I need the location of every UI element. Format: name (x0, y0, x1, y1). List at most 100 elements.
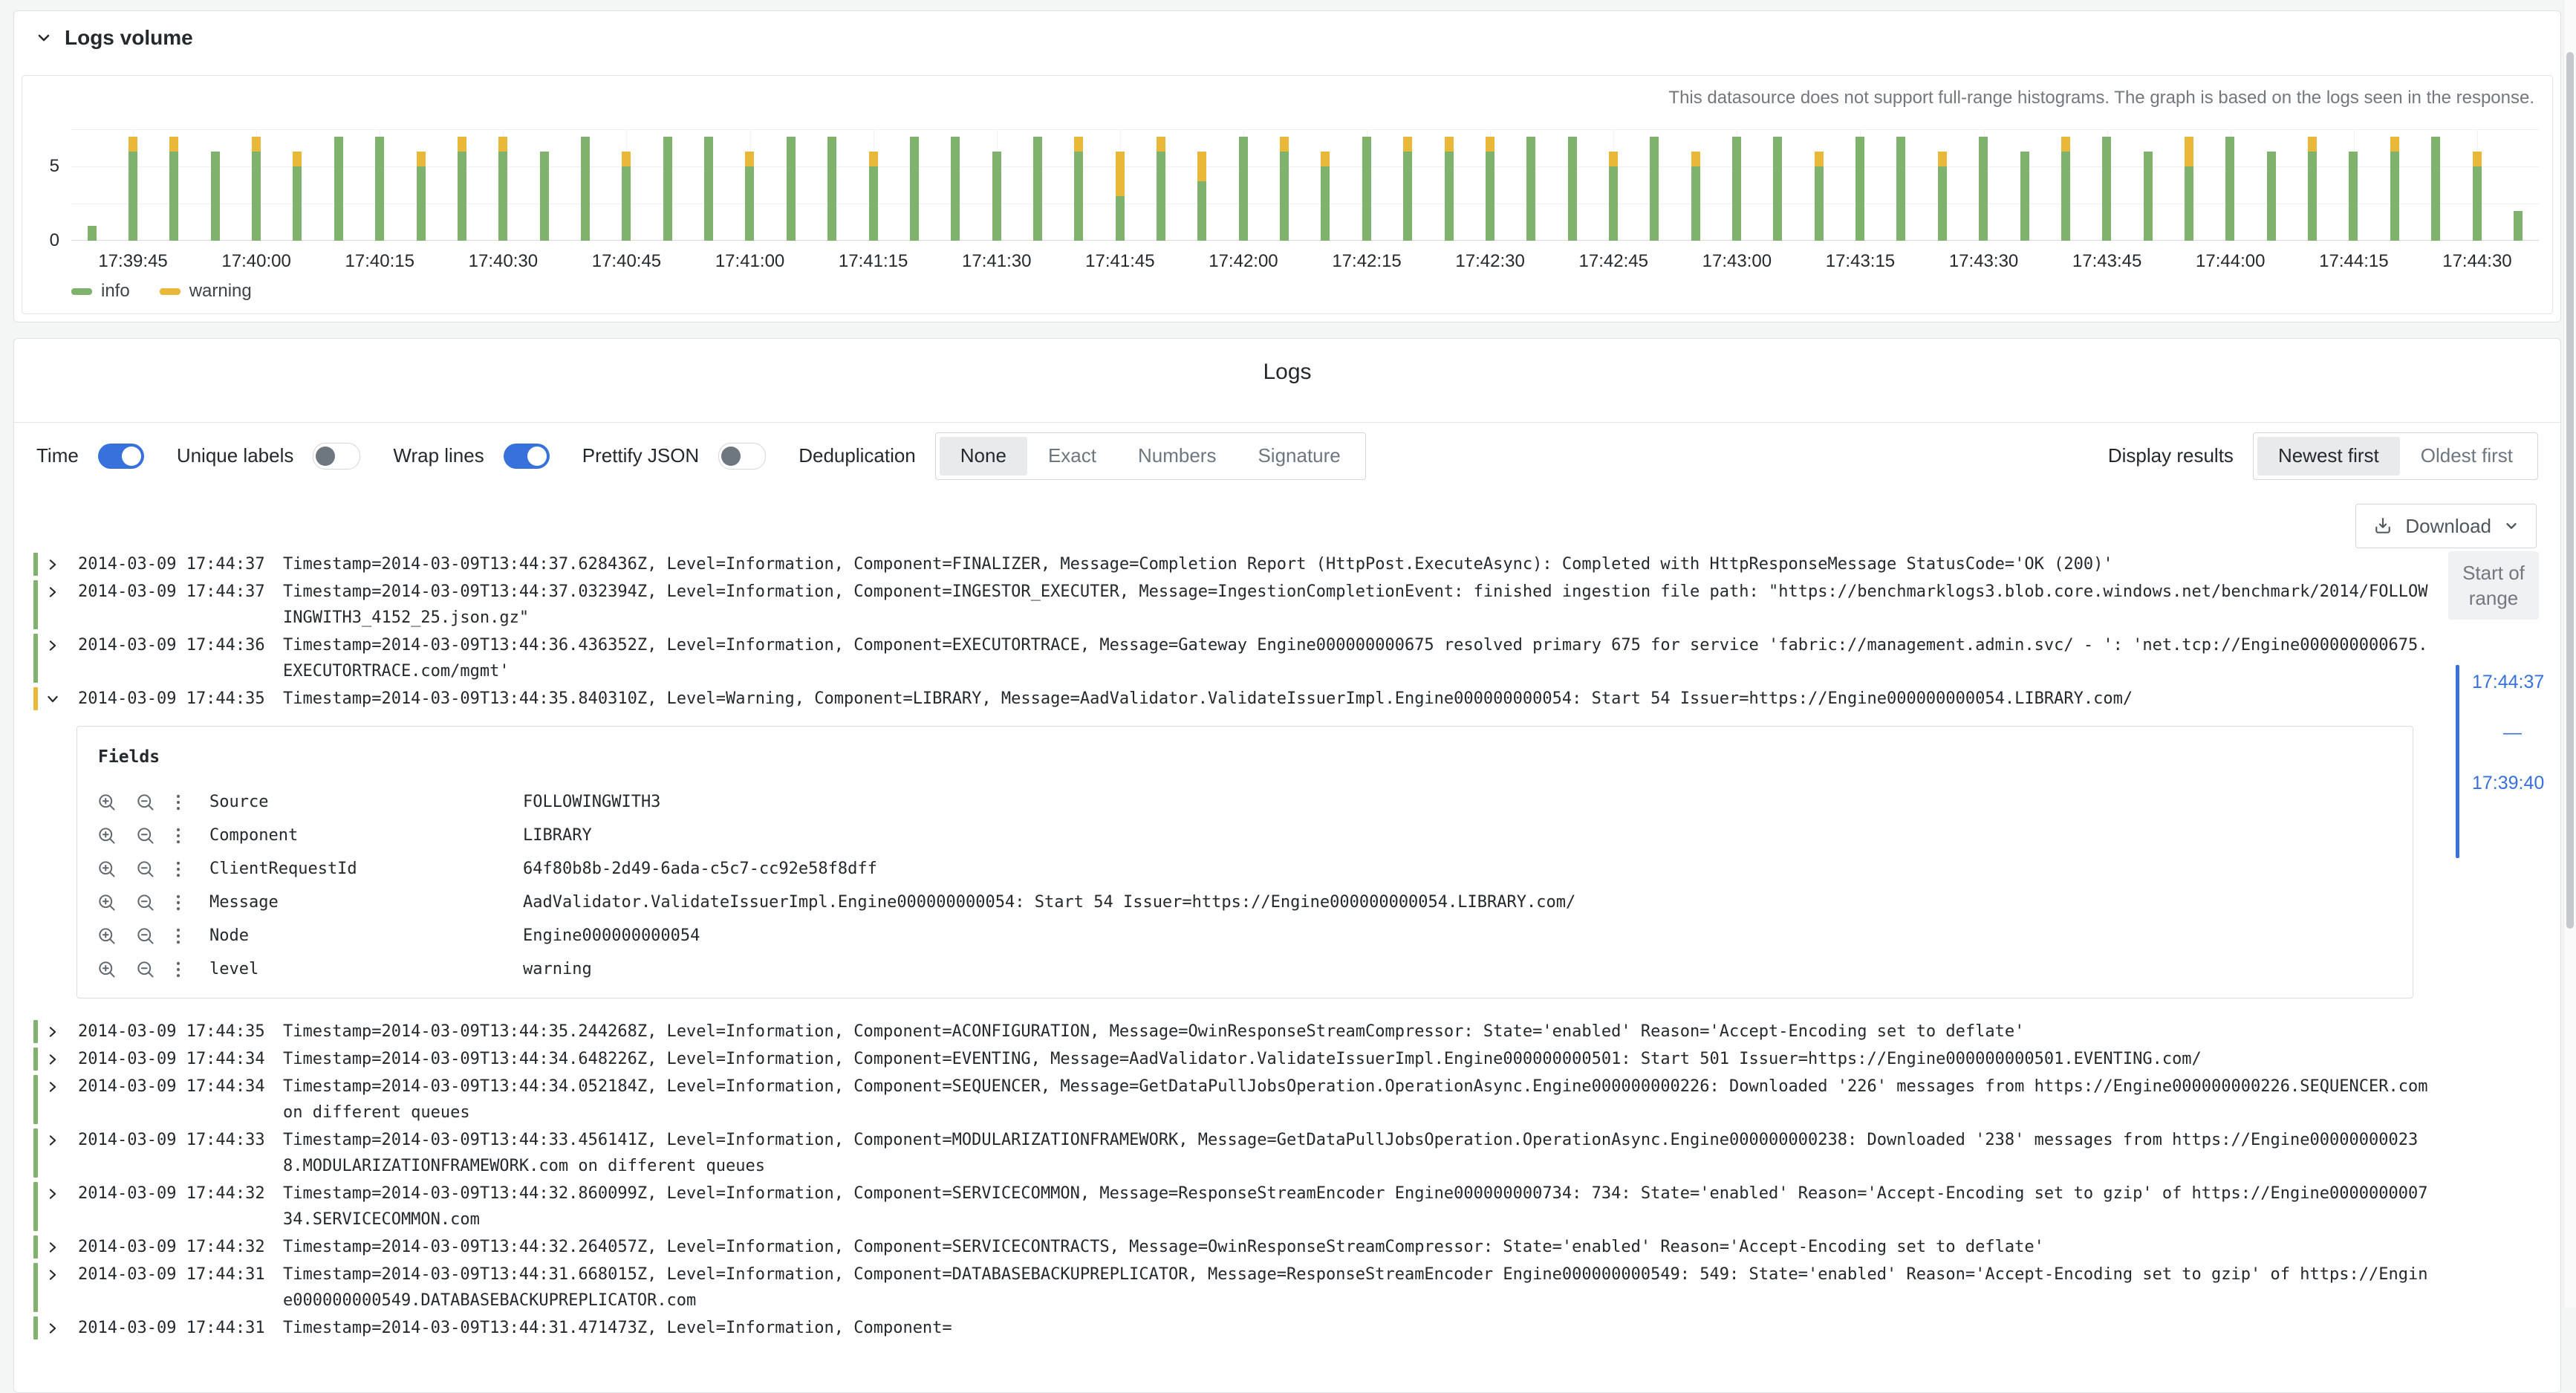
volume-bar[interactable] (441, 129, 482, 241)
log-row[interactable]: 2014-03-09 17:44:35Timestamp=2014-03-09T… (33, 685, 2428, 712)
volume-bar[interactable] (2168, 129, 2209, 241)
volume-bar[interactable] (2004, 129, 2045, 241)
volume-bar[interactable] (483, 129, 524, 241)
expand-row-icon[interactable] (45, 551, 78, 577)
log-row[interactable]: 2014-03-09 17:44:31Timestamp=2014-03-09T… (33, 1314, 2428, 1342)
volume-bar[interactable] (1223, 129, 1263, 241)
log-row[interactable]: 2014-03-09 17:44:37Timestamp=2014-03-09T… (33, 578, 2428, 631)
volume-bar[interactable] (1757, 129, 1798, 241)
volume-bar[interactable] (235, 129, 276, 241)
volume-bar[interactable] (1182, 129, 1223, 241)
logs-volume-header[interactable]: Logs volume (35, 26, 193, 50)
volume-bar[interactable] (1716, 129, 1757, 241)
page-scrollbar-thumb[interactable] (2566, 52, 2574, 929)
volume-bar[interactable] (1963, 129, 2004, 241)
volume-bar[interactable] (1099, 129, 1140, 241)
volume-bar[interactable] (1881, 129, 1922, 241)
log-row[interactable]: 2014-03-09 17:44:35Timestamp=2014-03-09T… (33, 1018, 2428, 1045)
log-row[interactable]: 2014-03-09 17:44:34Timestamp=2014-03-09T… (33, 1045, 2428, 1073)
log-row[interactable]: 2014-03-09 17:44:32Timestamp=2014-03-09T… (33, 1233, 2428, 1261)
toggle-wrap-lines[interactable] (504, 444, 550, 469)
volume-bar[interactable] (729, 129, 770, 241)
log-row[interactable]: 2014-03-09 17:44:36Timestamp=2014-03-09T… (33, 631, 2428, 685)
log-row[interactable]: 2014-03-09 17:44:32Timestamp=2014-03-09T… (33, 1180, 2428, 1233)
volume-bar[interactable] (2415, 129, 2456, 241)
volume-bar[interactable] (2497, 129, 2538, 241)
volume-bar[interactable] (318, 129, 359, 241)
volume-bar[interactable] (2456, 129, 2497, 241)
volume-bar[interactable] (195, 129, 235, 241)
filter-out-value-icon[interactable] (135, 959, 156, 980)
volume-bar[interactable] (1346, 129, 1387, 241)
volume-bar[interactable] (112, 129, 153, 241)
volume-bar[interactable] (360, 129, 400, 241)
volume-bar[interactable] (2087, 129, 2127, 241)
volume-bar[interactable] (2292, 129, 2332, 241)
volume-bar[interactable] (2333, 129, 2374, 241)
expand-row-icon[interactable] (45, 1046, 78, 1072)
log-row[interactable]: 2014-03-09 17:44:31Timestamp=2014-03-09T… (33, 1261, 2428, 1314)
volume-bar[interactable] (1469, 129, 1510, 241)
filter-for-value-icon[interactable] (97, 892, 117, 913)
expand-row-icon[interactable] (45, 632, 78, 658)
volume-bar[interactable] (400, 129, 441, 241)
kebab-menu-icon[interactable] (174, 892, 183, 913)
volume-bar[interactable] (2127, 129, 2168, 241)
volume-bar[interactable] (1675, 129, 1716, 241)
kebab-menu-icon[interactable] (174, 792, 183, 813)
volume-bar[interactable] (1922, 129, 1962, 241)
volume-bar[interactable] (154, 129, 195, 241)
toggle-time[interactable] (98, 444, 144, 469)
volume-bar[interactable] (1428, 129, 1469, 241)
expand-row-icon[interactable] (45, 1234, 78, 1260)
filter-for-value-icon[interactable] (97, 959, 117, 980)
volume-bar[interactable] (1839, 129, 1880, 241)
expand-row-icon[interactable] (45, 579, 78, 605)
volume-bar[interactable] (1634, 129, 1675, 241)
toggle-prettify-json[interactable] (718, 443, 766, 470)
expand-row-icon[interactable] (45, 1262, 78, 1288)
volume-bar[interactable] (1140, 129, 1181, 241)
log-row[interactable]: 2014-03-09 17:44:37Timestamp=2014-03-09T… (33, 551, 2428, 578)
volume-bar[interactable] (1593, 129, 1633, 241)
kebab-menu-icon[interactable] (174, 959, 183, 980)
volume-bar[interactable] (688, 129, 729, 241)
legend-item-warning[interactable]: warning (160, 281, 252, 302)
volume-bar[interactable] (1305, 129, 1346, 241)
expand-row-icon[interactable] (45, 1127, 78, 1153)
volume-bar[interactable] (1552, 129, 1593, 241)
expand-row-icon[interactable] (45, 1019, 78, 1045)
volume-bar[interactable] (2251, 129, 2292, 241)
collapse-row-icon[interactable] (45, 686, 78, 712)
expand-row-icon[interactable] (45, 1315, 78, 1341)
filter-for-value-icon[interactable] (97, 859, 117, 880)
volume-bar[interactable] (811, 129, 852, 241)
filter-out-value-icon[interactable] (135, 926, 156, 946)
log-row[interactable]: 2014-03-09 17:44:34Timestamp=2014-03-09T… (33, 1073, 2428, 1126)
dedup-option-signature[interactable]: Signature (1237, 437, 1361, 475)
kebab-menu-icon[interactable] (174, 926, 183, 946)
volume-bar[interactable] (2045, 129, 2086, 241)
volume-bar[interactable] (647, 129, 688, 241)
filter-for-value-icon[interactable] (97, 792, 117, 813)
toggle-unique-labels[interactable] (313, 443, 360, 470)
expand-row-icon[interactable] (45, 1074, 78, 1100)
display-option-newest-first[interactable]: Newest first (2257, 437, 2400, 475)
volume-bar[interactable] (71, 129, 112, 241)
kebab-menu-icon[interactable] (174, 825, 183, 846)
volume-bar[interactable] (606, 129, 647, 241)
volume-bar[interactable] (976, 129, 1017, 241)
display-option-oldest-first[interactable]: Oldest first (2400, 437, 2534, 475)
volume-bar[interactable] (524, 129, 565, 241)
volume-bar[interactable] (770, 129, 811, 241)
volume-bar[interactable] (1798, 129, 1839, 241)
kebab-menu-icon[interactable] (174, 859, 183, 880)
volume-bar[interactable] (935, 129, 976, 241)
filter-for-value-icon[interactable] (97, 926, 117, 946)
volume-bar[interactable] (1058, 129, 1099, 241)
volume-bar[interactable] (894, 129, 934, 241)
dedup-option-numbers[interactable]: Numbers (1117, 437, 1237, 475)
volume-bar[interactable] (1511, 129, 1552, 241)
log-navigation-range[interactable]: 17:44:37 — 17:39:40 (2456, 665, 2545, 858)
volume-bar[interactable] (277, 129, 318, 241)
